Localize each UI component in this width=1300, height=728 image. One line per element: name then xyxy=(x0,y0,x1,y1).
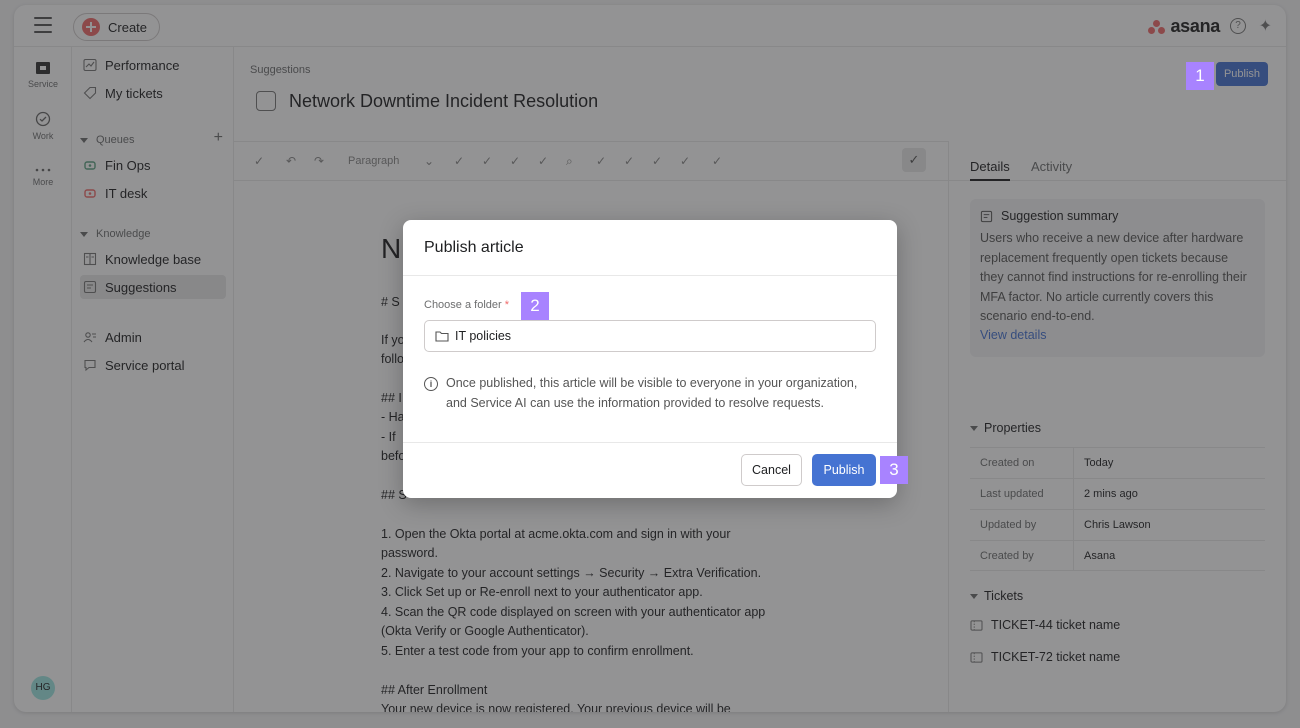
folder-label: Choose a folder * xyxy=(424,299,509,311)
folder-label-text: Choose a folder xyxy=(424,299,502,311)
folder-value: IT policies xyxy=(455,329,512,343)
step-badge-2: 2 xyxy=(521,292,549,320)
info-icon: i xyxy=(424,377,438,391)
step-badge-1: 1 xyxy=(1186,62,1214,90)
publish-info: i Once published, this article will be v… xyxy=(424,374,876,413)
divider xyxy=(403,275,897,276)
publish-button[interactable]: Publish xyxy=(812,454,876,486)
info-text: Once published, this article will be vis… xyxy=(446,376,858,410)
divider xyxy=(403,442,897,443)
publish-article-dialog: Publish article Choose a folder * IT pol… xyxy=(403,220,897,498)
dialog-title: Publish article xyxy=(424,239,524,256)
folder-icon xyxy=(435,331,449,342)
cancel-button[interactable]: Cancel xyxy=(741,454,802,486)
step-badge-3: 3 xyxy=(880,456,908,484)
folder-select[interactable]: IT policies xyxy=(424,320,876,352)
required-mark: * xyxy=(504,299,510,311)
